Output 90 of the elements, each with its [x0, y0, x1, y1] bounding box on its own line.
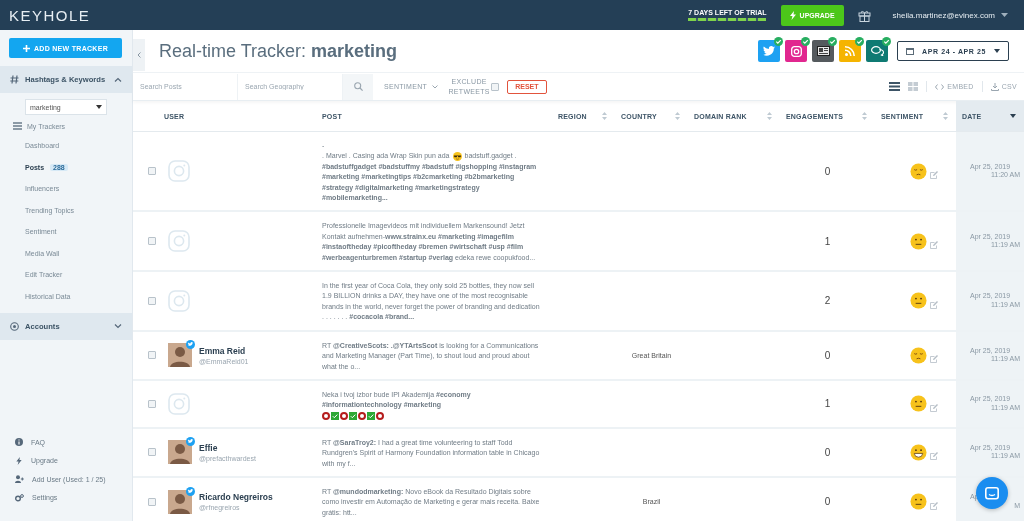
avatar [168, 440, 192, 465]
user-name[interactable]: Ricardo Negreiros [199, 492, 273, 503]
gears-icon [15, 493, 24, 502]
row-checkbox[interactable] [147, 399, 156, 408]
row-checkbox[interactable] [147, 167, 156, 176]
row-checkbox[interactable] [147, 448, 156, 457]
news-source-toggle[interactable] [812, 40, 834, 62]
instagram-placeholder-icon [168, 289, 190, 312]
sunglasses-emoji-icon [452, 152, 462, 162]
edit-icon[interactable] [929, 355, 938, 364]
engagement-count: 0 [824, 496, 831, 508]
avatar [168, 343, 192, 368]
instagram-placeholder-icon [168, 160, 190, 183]
chevron-icon [432, 84, 439, 89]
code-icon [935, 83, 945, 90]
row-checkbox[interactable] [147, 497, 156, 506]
download-icon [990, 82, 999, 91]
edit-icon[interactable] [929, 241, 938, 250]
at-icon [10, 322, 19, 331]
engagement-count: 1 [824, 235, 831, 247]
search-icon [353, 82, 363, 91]
gift-icon[interactable] [857, 8, 871, 22]
edit-icon[interactable] [929, 403, 938, 412]
list-icon [889, 82, 901, 91]
grid-view-button[interactable] [908, 82, 919, 91]
page-title: Real-time Tracker: marketing [159, 40, 398, 62]
engagement-count: 0 [824, 446, 831, 458]
user-menu[interactable]: sheila.martinez@evinex.com [892, 10, 1008, 20]
caret-icon [1001, 13, 1008, 17]
edit-icon[interactable] [929, 452, 938, 461]
edit-icon[interactable] [929, 501, 938, 510]
bolt-icon [789, 10, 796, 20]
add-user-icon [15, 475, 24, 484]
grid-icon [908, 82, 919, 91]
row-checkbox[interactable] [147, 296, 156, 305]
sentiment-face-icon[interactable] [909, 493, 927, 511]
search-button[interactable] [343, 73, 373, 100]
avatar [168, 489, 192, 514]
user-name[interactable]: Effie [199, 442, 256, 453]
sentiment-face-icon[interactable] [909, 232, 927, 250]
engagement-count: 0 [824, 165, 831, 177]
sentiment-face-icon[interactable] [909, 162, 927, 180]
sentiment-face-icon[interactable] [909, 292, 927, 310]
twitter-badge-icon [186, 437, 195, 447]
rss-icon [845, 46, 855, 56]
chevron-icon [114, 77, 122, 82]
engagement-count: 1 [824, 398, 831, 410]
twitter-badge-icon [186, 486, 195, 496]
chevron-icon [114, 324, 122, 329]
caret-icon [994, 49, 1000, 53]
hash-icon [10, 75, 19, 84]
caret-icon [96, 105, 102, 109]
bolt-icon [15, 456, 23, 465]
sort-icon [602, 112, 607, 120]
sort-icon [767, 112, 772, 120]
list-icon [13, 122, 22, 130]
twitter-source-toggle[interactable] [758, 40, 780, 62]
list-view-button[interactable] [889, 82, 901, 91]
user-name[interactable]: Emma Reid [199, 345, 249, 356]
camera-icon [790, 45, 802, 57]
info-icon [15, 438, 23, 447]
chat-bubbles-icon [870, 46, 884, 56]
twitter-badge-icon [186, 340, 195, 350]
calendar-icon [906, 47, 914, 55]
newspaper-icon [816, 46, 830, 56]
sentiment-face-icon[interactable] [909, 395, 927, 413]
sort-descending-icon [1010, 114, 1016, 118]
logo[interactable]: KEYHOLE [9, 6, 91, 24]
bird-icon [763, 46, 775, 56]
sort-icon [943, 112, 948, 120]
collapse-button[interactable] [133, 39, 145, 71]
sort-icon [675, 112, 680, 120]
rss-source-toggle[interactable] [839, 40, 861, 62]
forum-source-toggle[interactable] [866, 40, 888, 62]
engagement-count: 2 [824, 295, 831, 307]
instagram-placeholder-icon [168, 392, 190, 415]
instagram-placeholder-icon [168, 230, 190, 253]
engagement-count: 0 [824, 349, 831, 361]
exclude-retweets-checkbox[interactable] [491, 82, 500, 91]
edit-icon[interactable] [929, 300, 938, 309]
plus-icon [22, 44, 30, 52]
sentiment-face-icon[interactable] [909, 443, 927, 461]
chevron-icon [137, 52, 141, 58]
edit-icon[interactable] [929, 171, 938, 180]
sentiment-face-icon[interactable] [909, 346, 927, 364]
row-checkbox[interactable] [147, 237, 156, 246]
sort-icon [862, 112, 867, 120]
instagram-source-toggle[interactable] [785, 40, 807, 62]
row-checkbox[interactable] [147, 351, 156, 360]
chat-icon [985, 486, 999, 500]
